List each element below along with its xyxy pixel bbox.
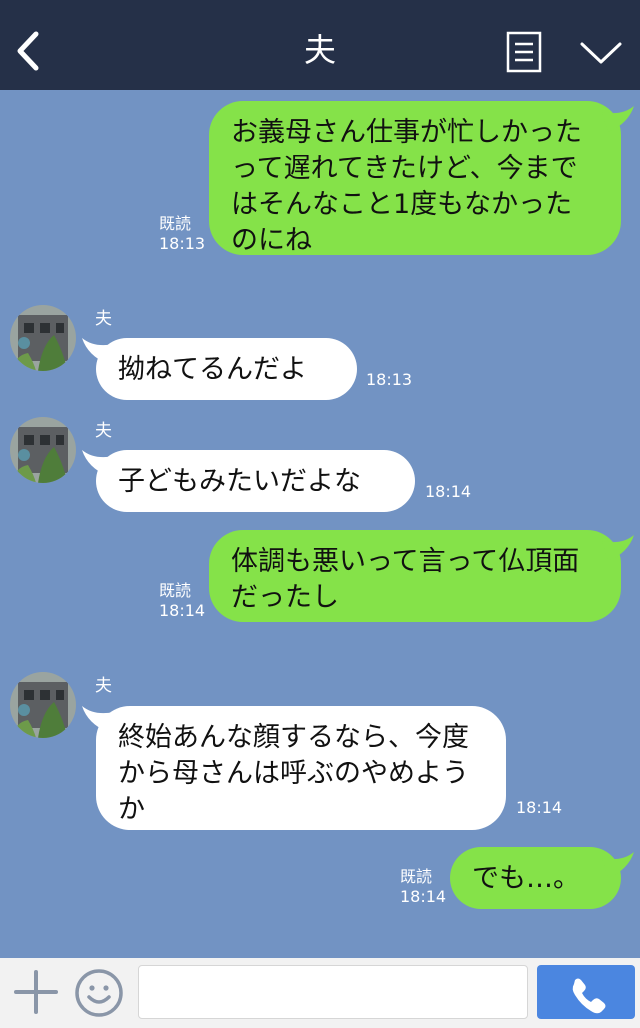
message-time: 18:14 xyxy=(400,887,447,906)
message-input[interactable] xyxy=(138,965,528,1019)
chevron-left-icon xyxy=(17,31,39,71)
chat-area[interactable]: お義母さん仕事が忙しかったって遅れてきたけど、今まではそんなこと1度もなかったの… xyxy=(0,90,640,958)
message-text: お義母さん仕事が忙しかったって遅れてきたけど、今まではそんなこと1度もなかったの… xyxy=(231,117,582,256)
sender-name: 夫 xyxy=(95,309,112,329)
outgoing-message[interactable]: 体調も悪いって言って仏頂面だったし xyxy=(209,530,621,622)
back-button[interactable] xyxy=(10,28,50,74)
bubble-tail xyxy=(602,106,634,132)
sender-name: 夫 xyxy=(95,421,112,441)
message-text: 子どもみたいだよな xyxy=(118,466,361,497)
call-button[interactable] xyxy=(537,965,635,1019)
bubble-tail xyxy=(602,535,634,561)
plus-icon xyxy=(14,970,58,1014)
read-receipt: 既読 xyxy=(400,867,433,886)
incoming-message[interactable]: 拗ねてるんだよ xyxy=(96,338,357,400)
chevron-down-icon xyxy=(580,42,622,64)
avatar-image xyxy=(10,672,76,738)
read-receipt: 既読 xyxy=(159,581,192,600)
avatar[interactable] xyxy=(10,305,76,371)
menu-button[interactable] xyxy=(506,31,542,73)
avatar[interactable] xyxy=(10,417,76,483)
message-time: 18:14 xyxy=(516,798,563,817)
sticker-button[interactable] xyxy=(74,968,124,1018)
smiley-icon xyxy=(75,969,123,1017)
incoming-message[interactable]: 子どもみたいだよな xyxy=(96,450,415,512)
avatar-image xyxy=(10,305,76,371)
chat-title: 夫 xyxy=(303,31,336,69)
message-time: 18:14 xyxy=(159,601,206,620)
phone-icon xyxy=(572,978,606,1014)
read-receipt: 既読 xyxy=(159,214,192,233)
more-button[interactable] xyxy=(578,36,624,70)
message-time: 18:13 xyxy=(159,234,206,253)
message-text: でも…。 xyxy=(472,863,580,894)
list-icon xyxy=(506,31,542,73)
outgoing-message[interactable]: でも…。 xyxy=(450,847,621,909)
message-text: 拗ねてるんだよ xyxy=(118,354,307,385)
message-time: 18:14 xyxy=(425,482,472,501)
outgoing-message[interactable]: お義母さん仕事が忙しかったって遅れてきたけど、今まではそんなこと1度もなかったの… xyxy=(209,101,621,256)
incoming-message[interactable]: 終始あんな顔するなら、今度から母さんは呼ぶのやめようか xyxy=(96,706,506,830)
message-time: 18:13 xyxy=(366,370,413,389)
message-input-bar xyxy=(0,958,640,1028)
chat-header: 夫 xyxy=(0,0,640,90)
sender-name: 夫 xyxy=(95,676,112,696)
message-text: 終始あんな顔するなら、今度から母さんは呼ぶのやめようか xyxy=(118,722,469,825)
bubble-tail xyxy=(602,852,634,878)
avatar[interactable] xyxy=(10,672,76,738)
avatar-image xyxy=(10,417,76,483)
add-attachment-button[interactable] xyxy=(14,970,58,1014)
message-text: 体調も悪いって言って仏頂面だったし xyxy=(231,546,580,613)
